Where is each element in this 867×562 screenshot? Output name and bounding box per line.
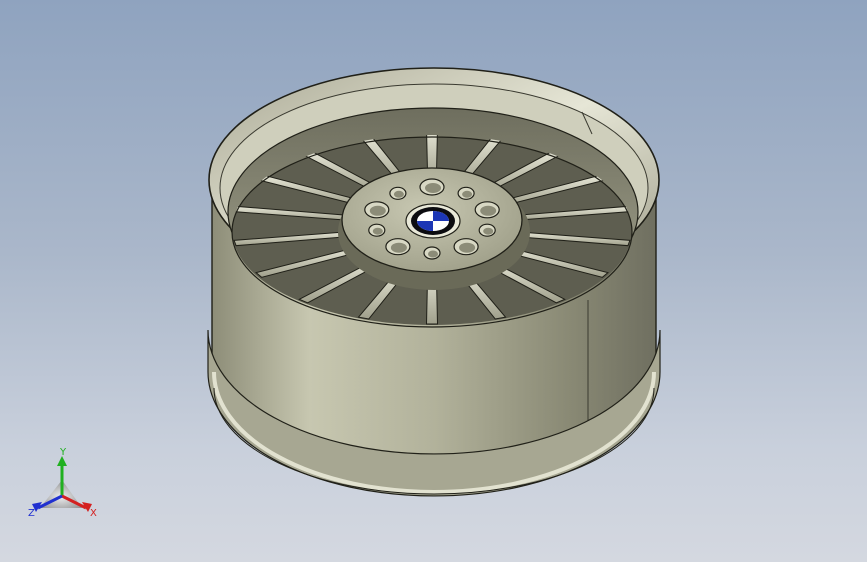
y-axis-label: Y [59,447,67,458]
lug-hole-bore [390,242,407,253]
lug-hole-bore [428,250,438,258]
lug-hole-bore [372,227,383,235]
roundel-logo-icon [405,203,461,239]
x-axis-label: X [90,508,97,519]
3d-viewport[interactable]: Y X Z [0,0,867,562]
lug-hole-bore [425,183,441,193]
axis-triad: Y X Z [28,447,97,519]
lug-hole-bore [462,190,473,198]
wheel-rim-model[interactable] [0,0,867,562]
lug-hole-bore [480,205,497,216]
lug-hole-bore [393,190,404,198]
z-axis-label: Z [28,508,35,519]
lug-hole-bore [369,205,386,216]
lug-hole-bore [459,242,476,253]
lug-hole-bore [483,227,494,235]
